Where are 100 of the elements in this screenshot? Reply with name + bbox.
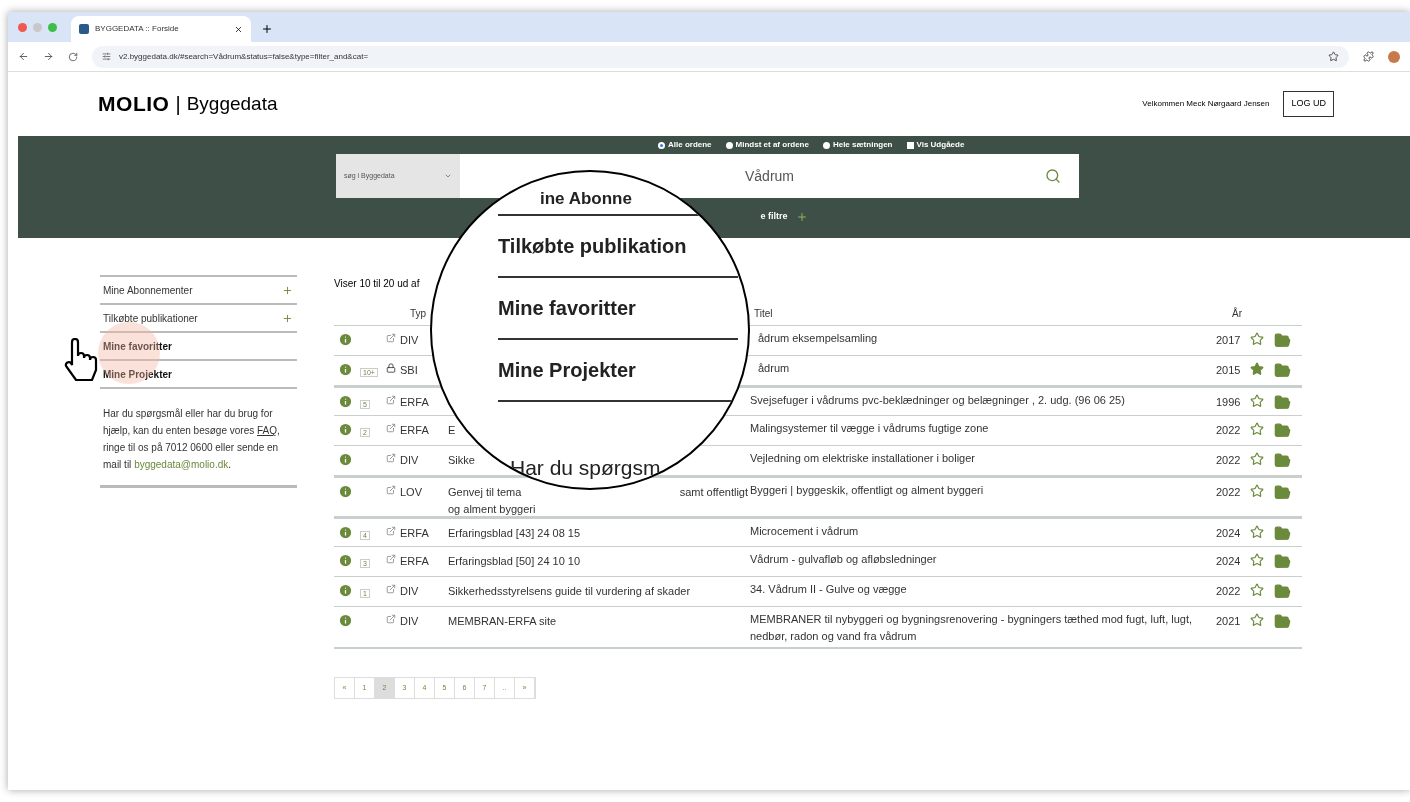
- info-icon[interactable]: [338, 394, 353, 409]
- molio-logo[interactable]: MOLIO: [98, 88, 170, 120]
- favorite-star-icon[interactable]: [1250, 394, 1264, 408]
- folder-icon[interactable]: [1274, 525, 1291, 542]
- results-summary: Viser 10 til 20 ud af: [334, 277, 421, 291]
- description-text: Erfaringsblad [50] 24 10 10: [448, 554, 581, 569]
- year-text: 2022: [1216, 423, 1242, 438]
- folder-icon[interactable]: [1274, 484, 1291, 501]
- title-link[interactable]: 34. Vådrum II - Gulve og vægge: [750, 581, 907, 598]
- type-text: DIV: [400, 584, 420, 599]
- favorite-star-icon[interactable]: [1250, 362, 1264, 376]
- folder-icon[interactable]: [1274, 422, 1291, 439]
- info-icon[interactable]: [338, 362, 353, 377]
- folder-icon[interactable]: [1274, 613, 1291, 630]
- sidebar-item[interactable]: Tilkøbte publikationer: [100, 303, 297, 331]
- site-settings-icon[interactable]: [102, 52, 111, 61]
- sidebar-item[interactable]: Mine favoritter: [100, 331, 297, 359]
- favorite-star-icon[interactable]: [1250, 484, 1264, 498]
- browser-tab[interactable]: BYGGEDATA :: Forside: [71, 16, 251, 42]
- folder-icon[interactable]: [1274, 583, 1291, 600]
- close-window-icon[interactable]: [18, 22, 27, 32]
- external-link-icon[interactable]: [386, 423, 396, 433]
- info-icon[interactable]: [338, 422, 353, 437]
- favorite-star-icon[interactable]: [1250, 332, 1264, 346]
- title-link[interactable]: Microcement i vådrum: [750, 523, 859, 540]
- back-icon[interactable]: [18, 51, 29, 62]
- type-text: DIV: [400, 614, 420, 629]
- info-icon[interactable]: [338, 553, 353, 568]
- expand-icon[interactable]: [282, 312, 293, 324]
- folder-icon[interactable]: [1274, 362, 1291, 379]
- column-header: Typ: [410, 308, 427, 319]
- year-text: 2022: [1216, 453, 1242, 468]
- title-link[interactable]: Malingsystemer til vægge i vådrums fugtige zone: [750, 420, 989, 437]
- info-icon[interactable]: [338, 525, 353, 540]
- type-text: DIV: [400, 453, 420, 468]
- logo-divider: |: [175, 92, 181, 117]
- favorite-star-icon[interactable]: [1250, 525, 1264, 539]
- external-link-icon[interactable]: [386, 614, 396, 624]
- reload-icon[interactable]: [68, 51, 78, 62]
- favorite-star-icon[interactable]: [1250, 452, 1264, 466]
- column-header: År: [1232, 306, 1243, 321]
- folder-icon[interactable]: [1274, 553, 1291, 570]
- forward-icon[interactable]: [43, 51, 54, 62]
- favorite-star-icon[interactable]: [1250, 553, 1264, 567]
- sidebar-item[interactable]: Mine Abonnementer: [100, 275, 297, 303]
- info-icon[interactable]: [338, 332, 353, 347]
- title-link[interactable]: ådrum: [758, 360, 790, 377]
- type-text: ERFA: [400, 423, 430, 438]
- favorite-star-icon[interactable]: [1250, 422, 1264, 436]
- extensions-icon[interactable]: [1363, 51, 1374, 62]
- external-link-icon[interactable]: [386, 584, 396, 594]
- close-tab-icon[interactable]: [234, 24, 243, 34]
- folder-icon[interactable]: [1274, 452, 1291, 469]
- byggedata-logo-text[interactable]: Byggedata: [186, 89, 278, 119]
- checkbox[interactable]: [906, 141, 914, 149]
- radio-button[interactable]: [822, 141, 830, 149]
- radio-button[interactable]: [725, 141, 733, 149]
- expand-icon[interactable]: [282, 284, 293, 296]
- title-link[interactable]: Byggeri | byggeskik, offentligt og alment byggeri: [750, 482, 984, 499]
- title-link[interactable]: MEMBRANER til nybyggeri og bygningsrenovering - bygningers tæthed mod fugt, luft, lugt, nedbør, radon og vand fra vådrum: [750, 611, 1208, 645]
- description-text: MEMBRAN-ERFA site: [448, 614, 557, 629]
- year-text: 2024: [1216, 554, 1242, 569]
- external-link-icon[interactable]: [386, 526, 396, 536]
- logout-button[interactable]: LOG UD: [1283, 91, 1334, 117]
- welcome-text: Velkommen Meck Nørgaard Jensen: [1142, 98, 1270, 110]
- year-text: 2017: [1216, 333, 1242, 348]
- title-link[interactable]: Vådrum - gulvafløb og afløbsledninger: [750, 551, 937, 568]
- info-icon[interactable]: [338, 452, 353, 467]
- year-text: 2015: [1216, 363, 1242, 378]
- external-link-icon[interactable]: [386, 554, 396, 564]
- new-tab-icon[interactable]: [261, 23, 273, 35]
- year-text: 2024: [1216, 526, 1242, 541]
- folder-icon[interactable]: [1274, 394, 1291, 411]
- external-link-icon[interactable]: [386, 453, 396, 463]
- title-link[interactable]: Svejsefuger i vådrums pvc-beklædninger og belægninger , 2. udg. (96 06 25): [750, 392, 1125, 409]
- sidebar-item[interactable]: Mine Projekter: [100, 359, 297, 387]
- external-link-icon[interactable]: [386, 333, 396, 343]
- info-icon[interactable]: [338, 613, 353, 628]
- faq-link[interactable]: FAQ: [257, 425, 277, 436]
- external-link-icon[interactable]: [386, 395, 396, 405]
- more-filters-link[interactable]: e filtre: [760, 210, 788, 224]
- profile-avatar-icon[interactable]: [1388, 50, 1400, 63]
- type-text: DIV: [400, 333, 420, 348]
- folder-icon[interactable]: [1274, 332, 1291, 349]
- search-icon[interactable]: [1045, 168, 1061, 184]
- description-text: Genvej til tema: [448, 485, 522, 500]
- info-icon[interactable]: [338, 484, 353, 499]
- address-bar[interactable]: v2.byggedata.dk/#search=Vådrum&status=false&type=filter_and&cat=: [92, 45, 1349, 68]
- external-link-icon[interactable]: [386, 485, 396, 495]
- title-link[interactable]: Vejledning om elektriske installationer i boliger: [750, 450, 975, 467]
- year-text: 2022: [1216, 485, 1242, 500]
- favorite-star-icon[interactable]: [1250, 613, 1264, 627]
- bookmark-star-icon[interactable]: [1328, 51, 1339, 62]
- radio-button[interactable]: [658, 141, 665, 149]
- magnified-text: Mine Projekter: [498, 358, 636, 383]
- title-link[interactable]: ådrum eksempelsamling: [758, 330, 878, 347]
- description-text: E: [448, 423, 456, 438]
- lock-icon: [386, 363, 396, 373]
- info-icon[interactable]: [338, 583, 353, 598]
- favorite-star-icon[interactable]: [1250, 583, 1264, 597]
